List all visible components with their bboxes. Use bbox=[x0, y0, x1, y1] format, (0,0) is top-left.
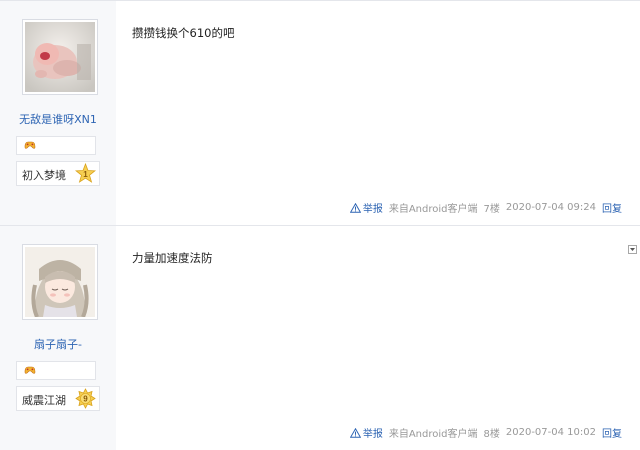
post-floor-7: 无敌是谁呀XN1 初入梦境 1 攒攒钱换个610的吧 举报 来自Android客… bbox=[0, 0, 640, 225]
username-link[interactable]: 扇子扇子- bbox=[0, 336, 116, 352]
reply-link[interactable]: 回复 bbox=[602, 200, 622, 215]
level-name: 威震江湖 bbox=[22, 394, 66, 407]
post-content: 攒攒钱换个610的吧 bbox=[132, 26, 235, 40]
post-time: 2020-07-04 10:02 bbox=[505, 427, 596, 438]
badge-box bbox=[16, 361, 96, 380]
report-link[interactable]: 举报 bbox=[349, 425, 383, 440]
user-level-box[interactable]: 威震江湖 9 bbox=[16, 386, 100, 411]
floor-number: 8楼 bbox=[483, 429, 500, 440]
post-menu-toggle[interactable] bbox=[628, 245, 637, 254]
post-source: 来自Android客户端 bbox=[388, 204, 478, 215]
avatar-image bbox=[25, 22, 95, 92]
post-footer: 举报 来自Android客户端 7楼 2020-07-04 09:24 回复 bbox=[349, 200, 622, 215]
avatar[interactable] bbox=[22, 244, 98, 320]
badge-box bbox=[16, 136, 96, 155]
chevron-down-icon bbox=[630, 248, 635, 251]
gamepad-icon bbox=[24, 366, 36, 374]
user-level-box[interactable]: 初入梦境 1 bbox=[16, 161, 100, 186]
floor-number: 7楼 bbox=[483, 204, 500, 215]
report-link[interactable]: 举报 bbox=[349, 200, 383, 215]
username-link[interactable]: 无敌是谁呀XN1 bbox=[0, 111, 116, 127]
report-label: 举报 bbox=[362, 429, 383, 440]
level-number: 9 bbox=[83, 395, 88, 404]
report-label: 举报 bbox=[362, 204, 383, 215]
avatar[interactable] bbox=[22, 19, 98, 95]
post-time: 2020-07-04 09:24 bbox=[505, 202, 596, 213]
post-source: 来自Android客户端 bbox=[388, 429, 478, 440]
reply-link[interactable]: 回复 bbox=[602, 425, 622, 440]
warning-triangle-icon bbox=[349, 202, 361, 213]
star-badge-icon: 1 bbox=[75, 163, 96, 183]
thread-post-list: 无敌是谁呀XN1 初入梦境 1 攒攒钱换个610的吧 举报 来自Android客… bbox=[0, 0, 640, 450]
post-floor-8: 扇子扇子- 威震江湖 9 力量加速度法防 举报 来自Android客户端 8楼 … bbox=[0, 225, 640, 450]
post-content: 力量加速度法防 bbox=[132, 251, 213, 265]
post-footer: 举报 来自Android客户端 8楼 2020-07-04 10:02 回复 bbox=[349, 425, 622, 440]
level-number: 1 bbox=[83, 170, 88, 179]
level-name: 初入梦境 bbox=[22, 169, 66, 182]
warning-triangle-icon bbox=[349, 427, 361, 438]
gamepad-icon bbox=[24, 141, 36, 149]
avatar-image bbox=[25, 247, 95, 317]
star-badge-icon: 9 bbox=[75, 388, 96, 409]
author-sidebar: 扇子扇子- 威震江湖 9 bbox=[0, 226, 116, 450]
author-sidebar: 无敌是谁呀XN1 初入梦境 1 bbox=[0, 1, 116, 225]
